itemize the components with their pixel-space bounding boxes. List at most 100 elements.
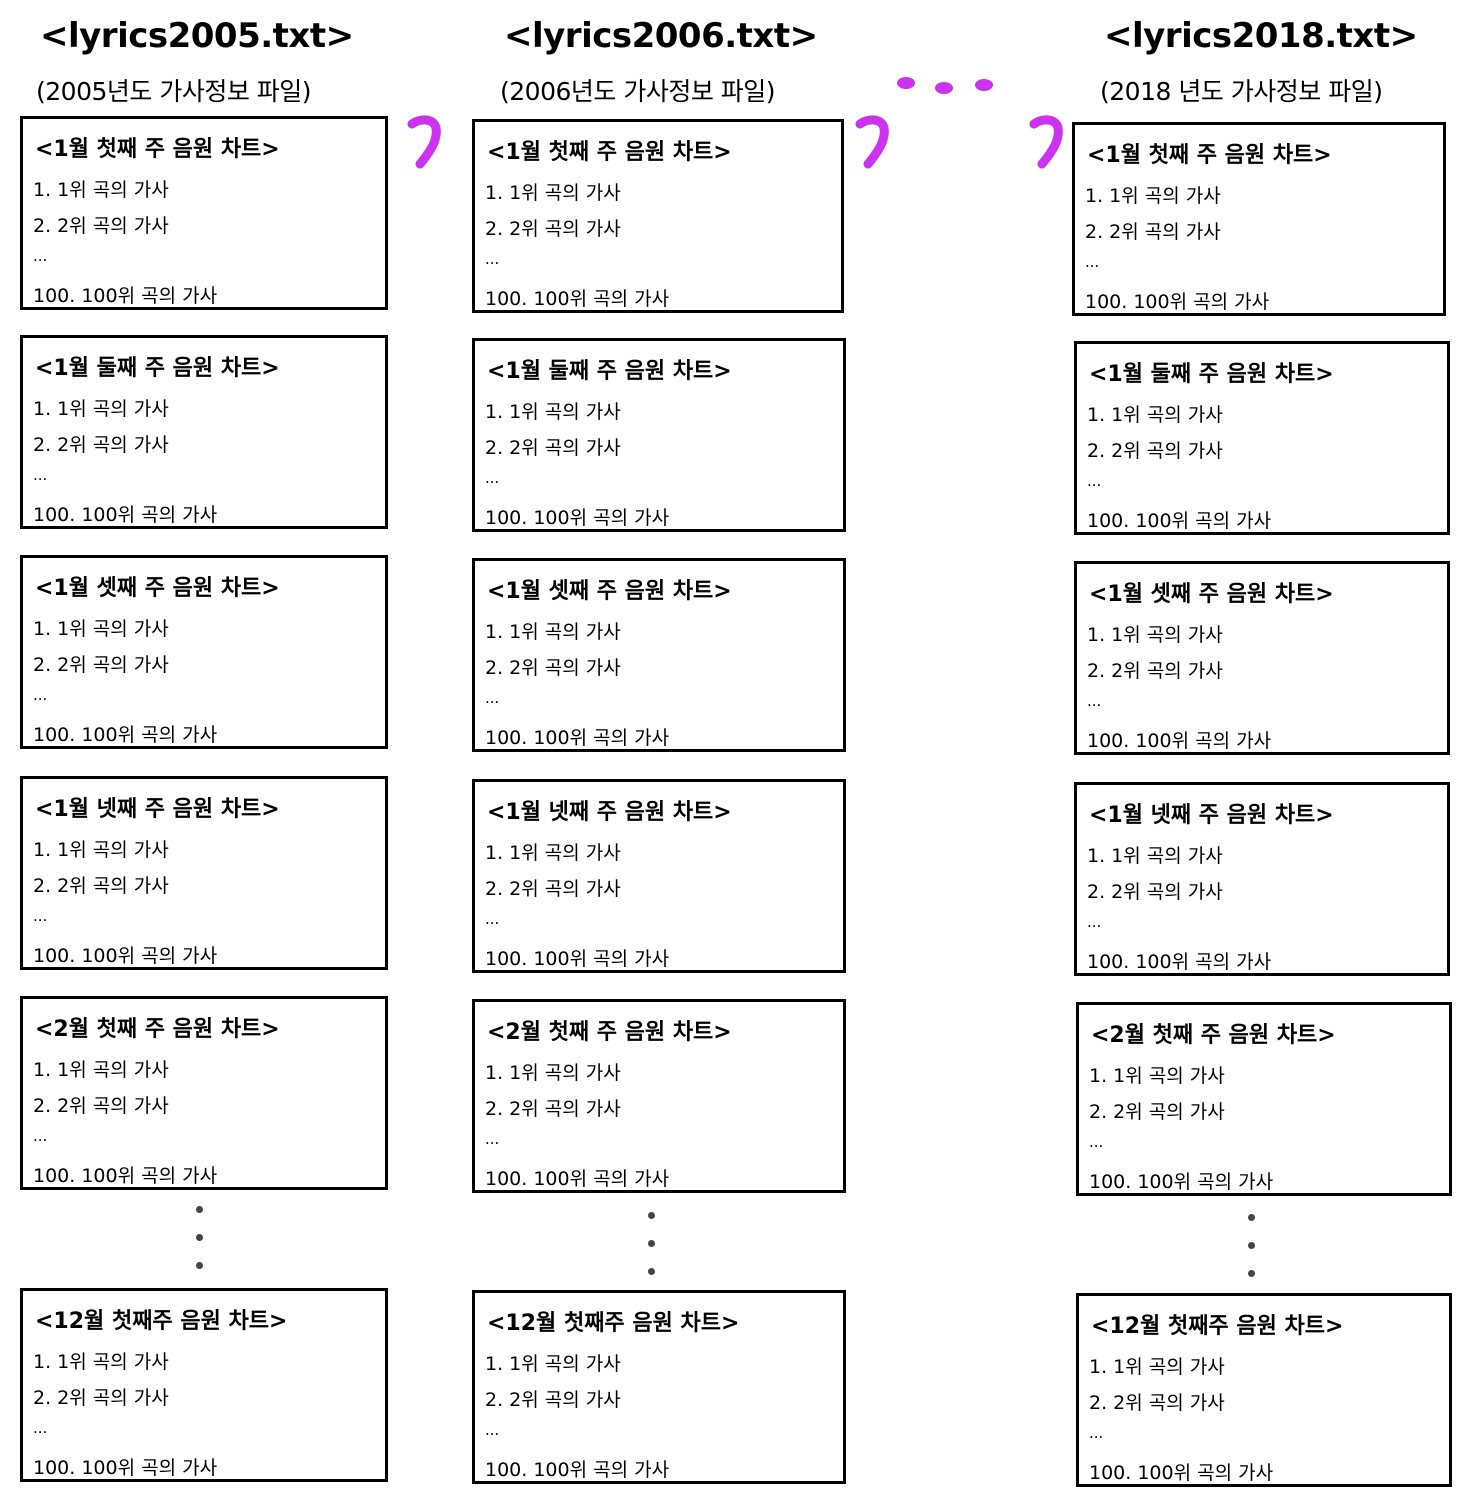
entry-line: 2. 2위 곡의 가사 bbox=[485, 1098, 621, 1120]
chart-title: <1월 셋째 주 음원 차트> bbox=[487, 579, 732, 604]
entry-line: 100. 100위 곡의 가사 bbox=[485, 288, 670, 310]
entry-ellipsis: ... bbox=[485, 910, 500, 928]
entry-line: 100. 100위 곡의 가사 bbox=[485, 727, 670, 749]
entry-line: 2. 2위 곡의 가사 bbox=[1087, 660, 1223, 682]
chart-box: <1월 둘째 주 음원 차트> 1. 1위 곡의 가사 2. 2위 곡의 가사 … bbox=[20, 335, 388, 529]
entry-line: 2. 2위 곡의 가사 bbox=[1085, 221, 1221, 243]
entry-line: 1. 1위 곡의 가사 bbox=[1087, 404, 1223, 426]
entry-ellipsis: ... bbox=[485, 469, 500, 487]
entry-line: 100. 100위 곡의 가사 bbox=[1087, 730, 1272, 752]
chart-title: <1월 첫째 주 음원 차트> bbox=[35, 137, 280, 162]
entry-line: 100. 100위 곡의 가사 bbox=[33, 504, 218, 526]
vertical-ellipsis-icon bbox=[1248, 1214, 1256, 1284]
chart-box: <12월 첫째주 음원 차트> 1. 1위 곡의 가사 2. 2위 곡의 가사 … bbox=[20, 1288, 388, 1482]
chart-title: <1월 넷째 주 음원 차트> bbox=[1089, 803, 1334, 828]
entry-ellipsis: ... bbox=[33, 1419, 48, 1437]
chart-box: <12월 첫째주 음원 차트> 1. 1위 곡의 가사 2. 2위 곡의 가사 … bbox=[1076, 1293, 1452, 1487]
file-subtitle: (2005년도 가사정보 파일) bbox=[36, 77, 312, 106]
entry-line: 100. 100위 곡의 가사 bbox=[1087, 510, 1272, 532]
entry-ellipsis: ... bbox=[1085, 253, 1100, 271]
chart-title: <1월 넷째 주 음원 차트> bbox=[487, 800, 732, 825]
entry-ellipsis: ... bbox=[485, 1130, 500, 1148]
chart-box: <1월 셋째 주 음원 차트> 1. 1위 곡의 가사 2. 2위 곡의 가사 … bbox=[1074, 561, 1450, 755]
entry-line: 100. 100위 곡의 가사 bbox=[33, 1457, 218, 1479]
file-title: <lyrics2005.txt> bbox=[40, 16, 354, 56]
chart-title: <1월 둘째 주 음원 차트> bbox=[1089, 362, 1334, 387]
entry-line: 100. 100위 곡의 가사 bbox=[485, 1168, 670, 1190]
entry-line: 100. 100위 곡의 가사 bbox=[33, 945, 218, 967]
entry-line: 100. 100위 곡의 가사 bbox=[485, 1459, 670, 1481]
chart-title: <1월 첫째 주 음원 차트> bbox=[1087, 143, 1332, 168]
entry-line: 2. 2위 곡의 가사 bbox=[485, 657, 621, 679]
entry-line: 2. 2위 곡의 가사 bbox=[1087, 440, 1223, 462]
file-column-2005: <lyrics2005.txt> (2005년도 가사정보 파일) <1월 첫째… bbox=[20, 0, 400, 1500]
chart-title: <1월 넷째 주 음원 차트> bbox=[35, 797, 280, 822]
chart-box: <1월 넷째 주 음원 차트> 1. 1위 곡의 가사 2. 2위 곡의 가사 … bbox=[20, 776, 388, 970]
entry-line: 1. 1위 곡의 가사 bbox=[33, 179, 169, 201]
comma-mark-icon bbox=[1029, 115, 1063, 169]
entry-ellipsis: ... bbox=[485, 689, 500, 707]
entry-ellipsis: ... bbox=[33, 247, 48, 265]
entry-line: 2. 2위 곡의 가사 bbox=[33, 434, 169, 456]
chart-title: <2월 첫째 주 음원 차트> bbox=[35, 1017, 280, 1042]
chart-box: <12월 첫째주 음원 차트> 1. 1위 곡의 가사 2. 2위 곡의 가사 … bbox=[472, 1290, 846, 1484]
chart-box: <1월 둘째 주 음원 차트> 1. 1위 곡의 가사 2. 2위 곡의 가사 … bbox=[1074, 341, 1450, 535]
chart-box: <1월 첫째 주 음원 차트> 1. 1위 곡의 가사 2. 2위 곡의 가사 … bbox=[1072, 122, 1446, 316]
chart-title: <2월 첫째 주 음원 차트> bbox=[487, 1020, 732, 1045]
entry-line: 1. 1위 곡의 가사 bbox=[1089, 1065, 1225, 1087]
entry-ellipsis: ... bbox=[1089, 1424, 1104, 1442]
chart-box: <1월 첫째 주 음원 차트> 1. 1위 곡의 가사 2. 2위 곡의 가사 … bbox=[472, 119, 844, 313]
entry-ellipsis: ... bbox=[1087, 472, 1102, 490]
entry-line: 1. 1위 곡의 가사 bbox=[485, 401, 621, 423]
entry-line: 2. 2위 곡의 가사 bbox=[33, 215, 169, 237]
comma-mark-icon bbox=[407, 115, 441, 169]
chart-box: <2월 첫째 주 음원 차트> 1. 1위 곡의 가사 2. 2위 곡의 가사 … bbox=[1076, 1002, 1452, 1196]
entry-line: 1. 1위 곡의 가사 bbox=[485, 1353, 621, 1375]
entry-line: 1. 1위 곡의 가사 bbox=[485, 182, 621, 204]
entry-ellipsis: ... bbox=[1089, 1133, 1104, 1151]
entry-line: 100. 100위 곡의 가사 bbox=[33, 724, 218, 746]
entry-line: 100. 100위 곡의 가사 bbox=[1085, 291, 1270, 313]
entry-line: 1. 1위 곡의 가사 bbox=[33, 398, 169, 420]
entry-ellipsis: ... bbox=[1087, 692, 1102, 710]
entry-line: 2. 2위 곡의 가사 bbox=[33, 1095, 169, 1117]
ellipsis-dots-icon bbox=[897, 77, 993, 94]
chart-title: <1월 둘째 주 음원 차트> bbox=[487, 359, 732, 384]
entry-line: 1. 1위 곡의 가사 bbox=[1089, 1356, 1225, 1378]
entry-line: 2. 2위 곡의 가사 bbox=[1089, 1101, 1225, 1123]
chart-box: <1월 첫째 주 음원 차트> 1. 1위 곡의 가사 2. 2위 곡의 가사 … bbox=[20, 116, 388, 310]
file-subtitle: (2018 년도 가사정보 파일) bbox=[1100, 77, 1383, 106]
file-column-2018: <lyrics2018.txt> (2018 년도 가사정보 파일) <1월 첫… bbox=[1072, 0, 1452, 1500]
chart-title: <1월 첫째 주 음원 차트> bbox=[487, 140, 732, 165]
entry-line: 1. 1위 곡의 가사 bbox=[1087, 624, 1223, 646]
chart-title: <1월 셋째 주 음원 차트> bbox=[1089, 582, 1334, 607]
entry-line: 1. 1위 곡의 가사 bbox=[33, 839, 169, 861]
vertical-ellipsis-icon bbox=[648, 1212, 656, 1282]
entry-line: 2. 2위 곡의 가사 bbox=[485, 437, 621, 459]
entry-line: 100. 100위 곡의 가사 bbox=[485, 948, 670, 970]
entry-line: 2. 2위 곡의 가사 bbox=[33, 875, 169, 897]
entry-line: 100. 100위 곡의 가사 bbox=[1087, 951, 1272, 973]
entry-ellipsis: ... bbox=[33, 1127, 48, 1145]
chart-title: <12월 첫째주 음원 차트> bbox=[487, 1311, 740, 1336]
entry-line: 2. 2위 곡의 가사 bbox=[1089, 1392, 1225, 1414]
chart-box: <1월 넷째 주 음원 차트> 1. 1위 곡의 가사 2. 2위 곡의 가사 … bbox=[1074, 782, 1450, 976]
chart-title: <1월 셋째 주 음원 차트> bbox=[35, 576, 280, 601]
entry-line: 1. 1위 곡의 가사 bbox=[485, 621, 621, 643]
chart-title: <1월 둘째 주 음원 차트> bbox=[35, 356, 280, 381]
entry-line: 1. 1위 곡의 가사 bbox=[33, 1059, 169, 1081]
chart-box: <2월 첫째 주 음원 차트> 1. 1위 곡의 가사 2. 2위 곡의 가사 … bbox=[20, 996, 388, 1190]
entry-ellipsis: ... bbox=[1087, 913, 1102, 931]
entry-ellipsis: ... bbox=[33, 466, 48, 484]
entry-line: 2. 2위 곡의 가사 bbox=[485, 878, 621, 900]
entry-line: 2. 2위 곡의 가사 bbox=[1087, 881, 1223, 903]
entry-line: 1. 1위 곡의 가사 bbox=[1087, 845, 1223, 867]
entry-line: 1. 1위 곡의 가사 bbox=[485, 1062, 621, 1084]
entry-ellipsis: ... bbox=[485, 1421, 500, 1439]
chart-box: <2월 첫째 주 음원 차트> 1. 1위 곡의 가사 2. 2위 곡의 가사 … bbox=[472, 999, 846, 1193]
chart-box: <1월 셋째 주 음원 차트> 1. 1위 곡의 가사 2. 2위 곡의 가사 … bbox=[20, 555, 388, 749]
entry-line: 100. 100위 곡의 가사 bbox=[1089, 1171, 1274, 1193]
file-subtitle: (2006년도 가사정보 파일) bbox=[500, 77, 776, 106]
comma-mark-icon bbox=[855, 115, 889, 169]
entry-line: 2. 2위 곡의 가사 bbox=[33, 654, 169, 676]
